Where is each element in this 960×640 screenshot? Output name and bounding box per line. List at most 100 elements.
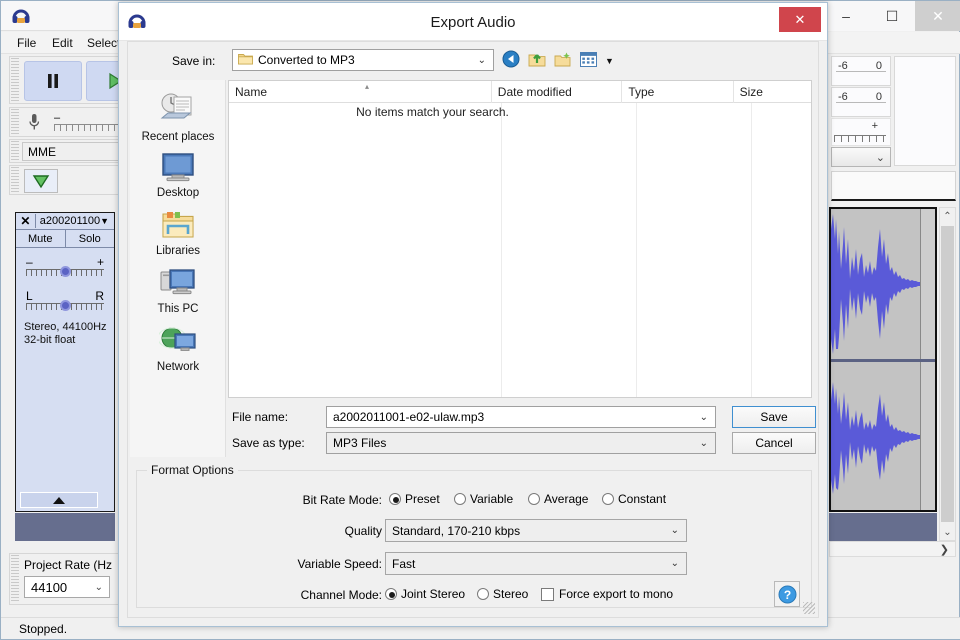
collapse-up-triangle-icon bbox=[53, 497, 65, 504]
chevron-down-icon: ⌄ bbox=[95, 582, 103, 593]
column-header-size[interactable]: Size bbox=[734, 81, 811, 103]
audio-host-select[interactable]: MME bbox=[22, 142, 126, 161]
column-header-name[interactable]: Name bbox=[229, 81, 492, 103]
back-arrow-icon[interactable] bbox=[502, 50, 520, 71]
toolbar-grip[interactable] bbox=[11, 141, 19, 161]
radio-label: Average bbox=[544, 492, 588, 506]
scroll-right-arrow-icon[interactable]: ❯ bbox=[940, 543, 949, 556]
file-name-label: File name: bbox=[232, 410, 288, 424]
place-network[interactable]: Network bbox=[130, 326, 226, 373]
quality-value: Standard, 170-210 kbps bbox=[392, 524, 520, 538]
chevron-down-icon: ⌄ bbox=[671, 525, 679, 536]
navigation-icons: ▼ bbox=[502, 50, 614, 71]
device-toolbar: MME bbox=[9, 139, 129, 163]
place-desktop[interactable]: Desktop bbox=[130, 152, 226, 199]
recording-meter-scale[interactable] bbox=[54, 124, 126, 131]
track-area-background-right bbox=[829, 513, 937, 541]
track-control-panel[interactable]: ✕ a200201100 ▼ Mute Solo – + L R bbox=[15, 212, 115, 512]
sort-ascending-icon: ▴ bbox=[365, 82, 369, 91]
scroll-down-arrow-icon[interactable]: ⌄ bbox=[940, 524, 955, 540]
dialog-close-button[interactable]: ✕ bbox=[779, 7, 821, 32]
radio-bit-rate-constant[interactable]: Constant bbox=[602, 492, 666, 506]
radio-label: Joint Stereo bbox=[401, 587, 465, 601]
save-button[interactable]: Save bbox=[732, 406, 816, 428]
help-button[interactable]: ? bbox=[774, 581, 800, 607]
place-label: Desktop bbox=[130, 187, 226, 199]
radio-dot-icon bbox=[454, 493, 466, 505]
file-list-header: Name Date modified Type Size ▴ bbox=[229, 81, 811, 103]
vertical-scrollbar-thumb[interactable] bbox=[941, 226, 954, 522]
radio-bit-rate-preset[interactable]: Preset bbox=[389, 492, 440, 506]
gain-plus-label: + bbox=[97, 255, 104, 269]
minimize-button[interactable]: – bbox=[823, 1, 869, 31]
pan-slider[interactable]: L R bbox=[26, 289, 104, 315]
views-dropdown-caret-icon[interactable]: ▼ bbox=[605, 56, 614, 66]
chevron-down-icon: ⌄ bbox=[876, 151, 885, 164]
quality-select[interactable]: Standard, 170-210 kbps ⌄ bbox=[385, 519, 687, 542]
place-recent-places[interactable]: Recent places bbox=[130, 92, 226, 143]
scrub-ruler-button[interactable] bbox=[24, 169, 58, 193]
radio-dot-icon bbox=[602, 493, 614, 505]
waveform-channel-right bbox=[831, 362, 935, 510]
track-close-button[interactable]: ✕ bbox=[16, 214, 36, 228]
column-header-date-modified[interactable]: Date modified bbox=[492, 81, 623, 103]
chevron-down-icon[interactable]: ⌄ bbox=[700, 438, 708, 449]
radio-label: Preset bbox=[405, 492, 440, 506]
track-name[interactable]: a200201100 bbox=[36, 215, 100, 227]
selection-format-select[interactable]: ⌄ bbox=[831, 147, 891, 167]
solo-button[interactable]: Solo bbox=[66, 230, 115, 248]
views-icon[interactable] bbox=[580, 52, 597, 70]
place-label: Recent places bbox=[130, 131, 226, 143]
track-menu-caret-icon[interactable]: ▼ bbox=[100, 216, 114, 226]
folder-icon bbox=[238, 52, 253, 68]
project-rate-label: Project Rate (Hz bbox=[24, 558, 112, 572]
vertical-scrollbar[interactable]: ⌃ ⌄ bbox=[939, 207, 956, 541]
file-name-input[interactable]: a2002011001-e02-ulaw.mp3 ⌄ bbox=[326, 406, 716, 428]
close-button[interactable]: ✕ bbox=[915, 1, 960, 31]
help-question-icon: ? bbox=[778, 585, 797, 604]
radio-bit-rate-variable[interactable]: Variable bbox=[454, 492, 513, 506]
radio-bit-rate-average[interactable]: Average bbox=[528, 492, 588, 506]
gain-slider[interactable]: – + bbox=[26, 255, 104, 281]
column-header-type[interactable]: Type bbox=[622, 81, 733, 103]
zoom-slider-toolbar[interactable]: + bbox=[831, 118, 891, 146]
timeline-ruler[interactable] bbox=[831, 171, 956, 201]
resize-grip[interactable] bbox=[803, 602, 815, 614]
playback-meter[interactable]: -6 0 bbox=[831, 56, 891, 86]
cancel-button[interactable]: Cancel bbox=[732, 432, 816, 454]
toolbar-grip[interactable] bbox=[11, 58, 19, 102]
track-collapse-button[interactable] bbox=[20, 492, 98, 508]
file-list[interactable]: Name Date modified Type Size ▴ No items … bbox=[228, 80, 812, 398]
menu-edit[interactable]: Edit bbox=[46, 35, 79, 51]
radio-channel-stereo[interactable]: Stereo bbox=[477, 587, 528, 601]
menu-file[interactable]: File bbox=[11, 35, 42, 51]
libraries-icon bbox=[159, 229, 197, 243]
checkbox-force-export-to-mono[interactable]: Force export to mono bbox=[541, 587, 673, 601]
pause-button[interactable] bbox=[24, 61, 82, 101]
place-this-pc[interactable]: This PC bbox=[130, 268, 226, 315]
maximize-button[interactable]: ☐ bbox=[869, 1, 915, 31]
chevron-down-icon[interactable]: ⌄ bbox=[700, 412, 708, 423]
radio-channel-joint-stereo[interactable]: Joint Stereo bbox=[385, 587, 465, 601]
toolbar-grip[interactable] bbox=[11, 555, 19, 603]
up-folder-icon[interactable] bbox=[528, 51, 546, 71]
toolbar-grip[interactable] bbox=[11, 109, 19, 135]
radio-label: Variable bbox=[470, 492, 513, 506]
waveform-display[interactable] bbox=[829, 207, 937, 512]
dialog-title: Export Audio bbox=[119, 14, 827, 31]
track-header: ✕ a200201100 ▼ bbox=[16, 213, 114, 230]
new-folder-icon[interactable] bbox=[554, 51, 572, 71]
mute-button[interactable]: Mute bbox=[16, 230, 66, 248]
place-libraries[interactable]: Libraries bbox=[130, 210, 226, 257]
project-rate-select[interactable]: 44100 ⌄ bbox=[24, 576, 110, 598]
toolbar-grip[interactable] bbox=[11, 167, 19, 193]
recording-meter[interactable]: -6 0 bbox=[831, 87, 891, 117]
variable-speed-select[interactable]: Fast ⌄ bbox=[385, 552, 687, 575]
place-label: Libraries bbox=[130, 245, 226, 257]
track-format-info: Stereo, 44100Hz 32-bit float bbox=[24, 321, 107, 347]
pause-icon bbox=[45, 72, 61, 90]
save-in-select[interactable]: Converted to MP3 ⌄ bbox=[232, 49, 494, 71]
horizontal-scrollbar[interactable]: ❯ bbox=[829, 541, 956, 557]
scroll-up-arrow-icon[interactable]: ⌃ bbox=[940, 208, 955, 224]
save-as-type-select[interactable]: MP3 Files ⌄ bbox=[326, 432, 716, 454]
